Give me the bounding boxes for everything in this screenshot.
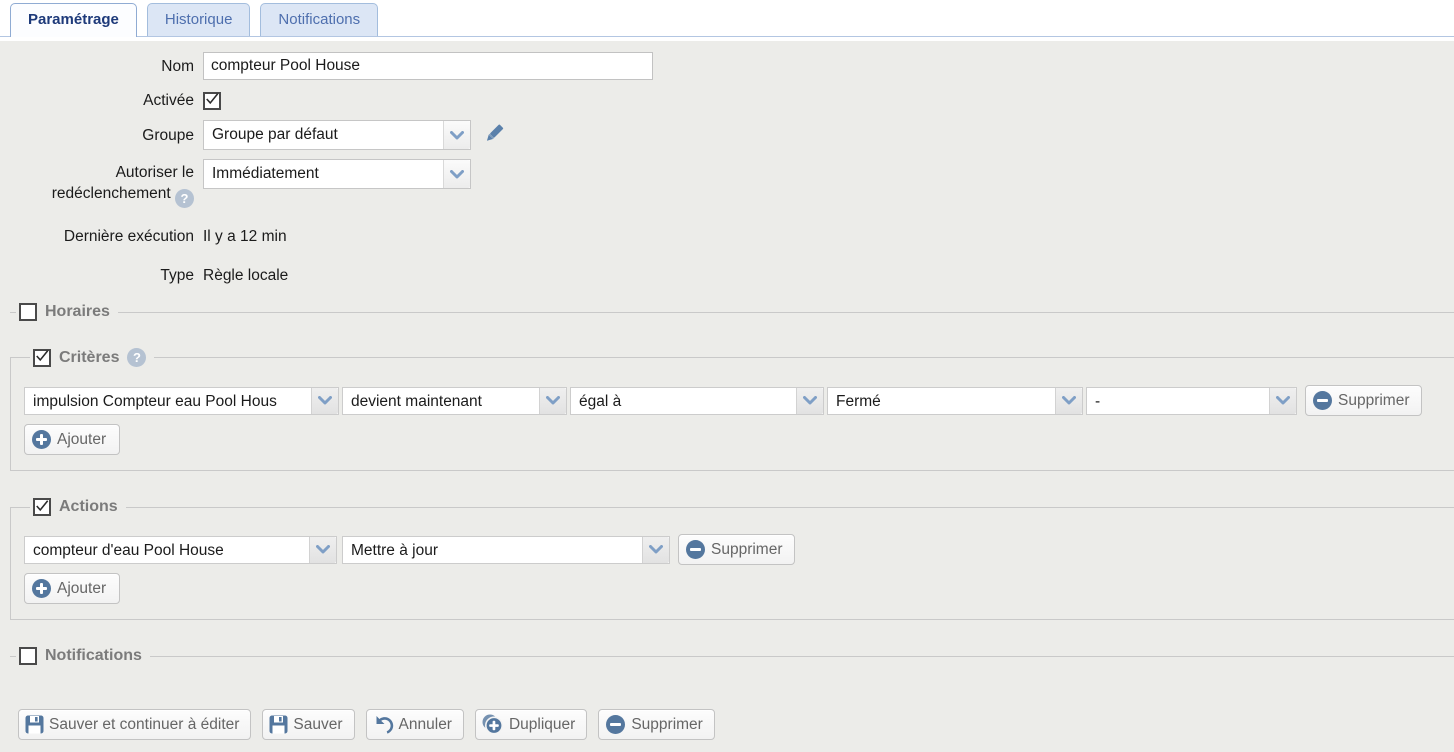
redeclenchement-label: Autoriser le redéclenchement ? xyxy=(0,159,203,208)
nom-input[interactable] xyxy=(203,52,653,80)
section-criteres: Critères ? impulsion Compteur eau Pool H… xyxy=(10,348,1454,471)
chevron-down-icon xyxy=(443,160,470,188)
section-notifications: Notifications xyxy=(10,647,1454,665)
tab-notifications[interactable]: Notifications xyxy=(260,3,378,36)
save-icon xyxy=(269,715,288,734)
criteria-device-select[interactable]: impulsion Compteur eau Pool Hous xyxy=(24,387,339,415)
type-value: Règle locale xyxy=(203,267,288,285)
criteria-row: impulsion Compteur eau Pool Hous devient… xyxy=(24,385,1454,416)
tab-parametrage[interactable]: Paramétrage xyxy=(10,3,137,37)
section-horaires: Horaires xyxy=(10,303,1454,321)
criteria-extra-select[interactable]: - xyxy=(1086,387,1297,415)
derniere-execution-label: Dernière exécution xyxy=(0,226,203,247)
actions-checkbox[interactable] xyxy=(33,498,51,516)
activee-label: Activée xyxy=(0,90,203,111)
chevron-down-icon xyxy=(539,388,566,414)
save-button[interactable]: Sauver xyxy=(262,709,354,740)
type-label: Type xyxy=(0,265,203,286)
row-type: Type Règle locale xyxy=(0,265,1454,286)
delete-button[interactable]: Supprimer xyxy=(598,709,715,740)
criteria-operator-select[interactable]: égal à xyxy=(570,387,824,415)
chevron-down-icon xyxy=(1269,388,1296,414)
row-groupe: Groupe Groupe par défaut xyxy=(0,120,1454,150)
criteria-value-select[interactable]: Fermé xyxy=(827,387,1083,415)
redeclenchement-select[interactable]: Immédiatement xyxy=(203,159,471,189)
criteria-remove-button[interactable]: Supprimer xyxy=(1305,385,1422,416)
criteria-add-button[interactable]: Ajouter xyxy=(24,424,120,455)
footer-button-bar: Sauver et continuer à éditer Sauver Annu… xyxy=(0,709,1454,740)
chevron-down-icon xyxy=(796,388,823,414)
criteres-help-icon[interactable]: ? xyxy=(127,348,146,367)
cancel-button[interactable]: Annuler xyxy=(366,709,464,740)
chevron-down-icon xyxy=(1055,388,1082,414)
chevron-down-icon xyxy=(311,388,338,414)
tab-bar: Paramétrage Historique Notifications xyxy=(0,0,1454,37)
chevron-down-icon xyxy=(443,121,470,149)
action-add-button[interactable]: Ajouter xyxy=(24,573,120,604)
edit-group-pencil-icon[interactable] xyxy=(482,121,507,150)
nom-label: Nom xyxy=(0,56,203,77)
plus-circle-icon xyxy=(31,429,52,450)
minus-circle-icon xyxy=(685,539,706,560)
action-device-select[interactable]: compteur d'eau Pool House xyxy=(24,536,337,564)
notifications-section-label: Notifications xyxy=(45,647,142,665)
row-activee: Activée xyxy=(0,90,1454,111)
groupe-label: Groupe xyxy=(0,125,203,146)
save-and-continue-button[interactable]: Sauver et continuer à éditer xyxy=(18,709,251,740)
criteres-section-label: Critères xyxy=(59,349,119,367)
plus-circle-icon xyxy=(31,578,52,599)
parametrage-panel: Nom Activée Groupe Groupe par défaut xyxy=(0,41,1454,752)
notifications-checkbox[interactable] xyxy=(19,647,37,665)
check-icon xyxy=(205,92,219,106)
row-redeclenchement: Autoriser le redéclenchement ? Immédiate… xyxy=(0,159,1454,208)
horaires-checkbox[interactable] xyxy=(19,303,37,321)
check-icon xyxy=(35,349,49,363)
chevron-down-icon xyxy=(309,537,336,563)
row-nom: Nom xyxy=(0,52,1454,80)
minus-circle-icon xyxy=(605,714,626,735)
save-icon xyxy=(25,715,44,734)
section-actions: Actions compteur d'eau Pool House Mettre… xyxy=(10,498,1454,620)
minus-circle-icon xyxy=(1312,390,1333,411)
check-icon xyxy=(35,499,49,513)
action-remove-button[interactable]: Supprimer xyxy=(678,534,795,565)
duplicate-icon xyxy=(482,714,504,735)
criteria-event-select[interactable]: devient maintenant xyxy=(342,387,567,415)
actions-section-label: Actions xyxy=(59,498,118,516)
action-command-select[interactable]: Mettre à jour xyxy=(342,536,670,564)
undo-icon xyxy=(373,715,394,735)
redeclenchement-help-icon[interactable]: ? xyxy=(175,189,194,208)
derniere-execution-value: Il y a 12 min xyxy=(203,228,287,246)
chevron-down-icon xyxy=(642,537,669,563)
duplicate-button[interactable]: Dupliquer xyxy=(475,709,587,740)
groupe-select[interactable]: Groupe par défaut xyxy=(203,120,471,150)
horaires-section-label: Horaires xyxy=(45,303,110,321)
row-derniere-execution: Dernière exécution Il y a 12 min xyxy=(0,226,1454,247)
activee-checkbox[interactable] xyxy=(203,92,221,110)
criteres-checkbox[interactable] xyxy=(33,349,51,367)
tab-historique[interactable]: Historique xyxy=(147,3,251,36)
action-row: compteur d'eau Pool House Mettre à jour … xyxy=(24,534,1454,565)
